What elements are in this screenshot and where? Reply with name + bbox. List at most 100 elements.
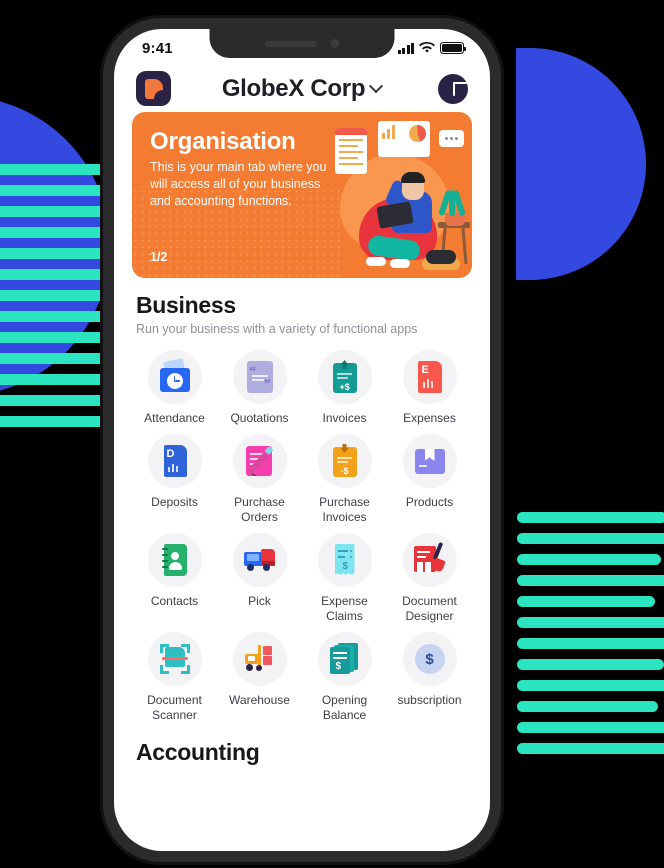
app-tile[interactable]: Attendance [132, 350, 217, 426]
decorative-stripe [517, 722, 664, 733]
expenses-icon: E [402, 350, 457, 404]
deposits-icon: D [147, 434, 202, 488]
warehouse-icon [232, 632, 287, 686]
app-tile-label: Quotations [230, 411, 289, 425]
decorative-stripe [0, 290, 113, 301]
banner-body: This is your main tab where you will acc… [150, 160, 327, 208]
decorative-stripes-left [0, 164, 113, 437]
decorative-stripe [517, 596, 655, 607]
decorative-stripe [517, 743, 664, 754]
plus-icon [446, 81, 467, 96]
decorative-stripes-right [517, 512, 664, 764]
attendance-icon [147, 350, 202, 404]
cellular-signal-icon [397, 42, 414, 54]
subscription-icon: $ [402, 632, 457, 686]
status-icons [397, 42, 467, 54]
organisation-banner[interactable]: Organisation This is your main tab where… [132, 112, 472, 278]
app-tile-label: Document Scanner [147, 693, 202, 722]
app-tile-label: Products [405, 495, 454, 509]
contacts-icon [147, 533, 202, 587]
decorative-stripe [0, 374, 113, 385]
business-section-header: Business Run your business with a variet… [132, 278, 472, 338]
decorative-stripe [517, 680, 664, 691]
quotations-icon: “ ” [232, 350, 287, 404]
chevron-down-icon [369, 78, 384, 93]
app-tile[interactable]: D Deposits [132, 434, 217, 525]
business-subtitle: Run your business with a variety of func… [136, 322, 418, 336]
app-tile-label: Purchase Orders [234, 495, 285, 524]
app-tile-label: Contacts [150, 594, 199, 608]
app-tile[interactable]: Products [387, 434, 472, 525]
app-tile[interactable]: Document Scanner [132, 632, 217, 723]
decorative-stripe [517, 638, 664, 649]
app-tile[interactable]: Purchase Orders [217, 434, 302, 525]
decorative-stripe [0, 311, 106, 322]
decorative-stripe [517, 533, 664, 544]
app-tile-label: Document Designer [402, 594, 457, 623]
app-logo-icon [136, 71, 171, 106]
app-tile[interactable]: Document Designer [387, 533, 472, 624]
decorative-stripe [517, 617, 664, 628]
main-content: Organisation This is your main tab where… [114, 112, 490, 849]
accounting-section-header: Accounting [132, 723, 472, 766]
accounting-title: Accounting [136, 739, 260, 765]
app-tile[interactable]: -$ Purchase Invoices [302, 434, 387, 525]
business-title: Business [136, 292, 236, 318]
pick-icon [232, 533, 287, 587]
app-tile-label: Opening Balance [321, 693, 368, 722]
expense-claims-icon: $ [317, 533, 372, 587]
screenshot-stage: 9:41 GlobeX Corp Organisation This is yo… [0, 0, 664, 868]
invoices-icon: +$ [317, 350, 372, 404]
app-tile[interactable]: Contacts [132, 533, 217, 624]
phone-frame: 9:41 GlobeX Corp Organisation This is yo… [103, 18, 501, 862]
decorative-stripe [0, 395, 108, 406]
decorative-stripe [0, 248, 109, 259]
decorative-stripe [0, 164, 113, 175]
app-tile-label: Invoices [322, 411, 367, 425]
document-designer-icon [402, 533, 457, 587]
decorative-stripe [0, 206, 111, 217]
decorative-stripe [0, 353, 110, 364]
app-tile-label: Warehouse [229, 693, 290, 707]
app-tile[interactable]: Warehouse [217, 632, 302, 723]
app-tile-label: Expense Claims [321, 594, 368, 623]
decorative-stripe [0, 416, 113, 427]
banner-title: Organisation [150, 128, 296, 155]
decorative-stripe [0, 269, 113, 280]
app-tile-label: Attendance [144, 411, 205, 425]
decorative-stripe [0, 185, 113, 196]
app-tile-label: subscription [397, 693, 462, 707]
app-tile-label: Pick [248, 594, 271, 608]
purchase-orders-icon [232, 434, 287, 488]
app-tile-label: Deposits [151, 495, 198, 509]
decorative-stripe [0, 332, 113, 343]
app-header: GlobeX Corp [114, 63, 490, 112]
app-tile[interactable]: E Expenses [387, 350, 472, 426]
wifi-icon [419, 42, 435, 53]
app-tile[interactable]: $ Expense Claims [302, 533, 387, 624]
decorative-stripe [517, 701, 658, 712]
decorative-blue-shape-right [516, 48, 646, 280]
document-scanner-icon [147, 632, 202, 686]
app-tile-label: Purchase Invoices [319, 495, 370, 524]
phone-screen: 9:41 GlobeX Corp Organisation This is yo… [114, 29, 490, 851]
decorative-stripe [517, 512, 664, 523]
app-tile[interactable]: +$ Invoices [302, 350, 387, 426]
app-tile[interactable]: Pick [217, 533, 302, 624]
products-icon [402, 434, 457, 488]
decorative-stripe [517, 575, 664, 586]
decorative-stripe [517, 659, 664, 670]
org-name-label: GlobeX Corp [221, 74, 366, 102]
app-tile[interactable]: $ subscription [387, 632, 472, 723]
status-time: 9:41 [142, 39, 173, 57]
battery-icon [440, 42, 467, 54]
app-tile[interactable]: $ Opening Balance [302, 632, 387, 723]
business-app-grid: Attendance “ ” Quotations +$ Invoices E … [132, 338, 472, 723]
banner-pager: 1/2 [150, 250, 168, 264]
decorative-stripe [0, 227, 113, 238]
app-tile[interactable]: “ ” Quotations [217, 350, 302, 426]
org-switcher[interactable]: GlobeX Corp [175, 75, 428, 103]
app-tile-label: Expenses [403, 411, 456, 425]
status-bar: 9:41 [114, 29, 490, 63]
add-button[interactable] [438, 73, 468, 104]
